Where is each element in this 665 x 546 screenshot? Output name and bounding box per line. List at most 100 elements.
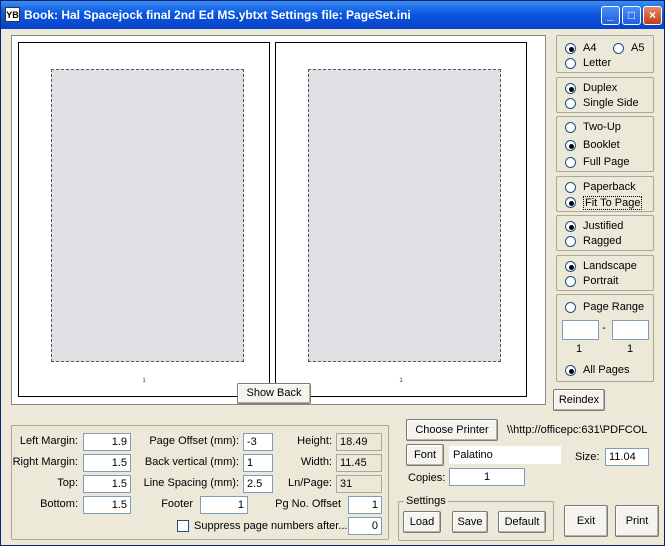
left-page-text-area bbox=[51, 69, 244, 362]
close-icon: × bbox=[648, 8, 656, 22]
default-button[interactable]: Default bbox=[498, 511, 546, 533]
line-spacing-label: Line Spacing (mm): bbox=[143, 477, 239, 489]
radio-dot bbox=[565, 302, 576, 313]
range-to-input[interactable] bbox=[612, 320, 649, 340]
radio-dot bbox=[565, 157, 576, 168]
radio-dot bbox=[565, 221, 576, 232]
left-margin-input[interactable]: 1.9 bbox=[83, 433, 131, 451]
radio-label: Landscape bbox=[583, 260, 637, 272]
radio-dot bbox=[565, 236, 576, 247]
settings-group-label: Settings bbox=[404, 495, 448, 507]
maximize-icon: □ bbox=[627, 8, 636, 22]
radio-label: All Pages bbox=[583, 364, 630, 376]
page-offset-label: Page Offset (mm): bbox=[149, 435, 239, 447]
radio-dot bbox=[565, 140, 576, 151]
paper-size-group: A4 A5 Letter bbox=[556, 35, 654, 73]
app-icon: YB bbox=[5, 7, 20, 22]
radio-label: A4 bbox=[583, 42, 597, 54]
page-offset-input[interactable]: -3 bbox=[243, 433, 273, 451]
justify-group: Justified Ragged bbox=[556, 215, 654, 251]
radio-dot bbox=[565, 43, 576, 54]
title-bar[interactable]: YB Book: Hal Spacejock final 2nd Ed MS.y… bbox=[1, 1, 664, 29]
range-to-hint: 1 bbox=[627, 343, 634, 355]
choose-printer-button[interactable]: Choose Printer bbox=[406, 419, 498, 441]
font-button[interactable]: Font bbox=[406, 444, 444, 466]
radio-label: Ragged bbox=[583, 235, 622, 247]
footer-input[interactable]: 1 bbox=[200, 496, 248, 514]
radio-dot bbox=[565, 122, 576, 133]
right-page-number: 1 bbox=[399, 378, 403, 384]
pg-no-offset-label: Pg No. Offset bbox=[275, 498, 341, 510]
sides-group: Duplex Single Side bbox=[556, 77, 654, 113]
radio-dot bbox=[565, 365, 576, 376]
radio-dot bbox=[613, 43, 624, 54]
suppress-after-input[interactable]: 0 bbox=[348, 517, 382, 535]
footer-label: Footer bbox=[161, 498, 193, 510]
radio-label: Two-Up bbox=[583, 121, 621, 133]
top-margin-input[interactable]: 1.5 bbox=[83, 475, 131, 493]
radio-label: Paperback bbox=[583, 181, 636, 193]
right-page-preview: 1 bbox=[275, 42, 527, 397]
range-from-input[interactable] bbox=[562, 320, 599, 340]
minimize-button[interactable]: _ bbox=[601, 6, 620, 25]
height-value: 18.49 bbox=[336, 433, 382, 451]
printer-name: \\http://officepc:631\PDFCOL bbox=[507, 424, 648, 436]
window-title: Book: Hal Spacejock final 2nd Ed MS.ybtx… bbox=[24, 8, 411, 22]
ln-page-value: 31 bbox=[336, 475, 382, 493]
left-page-number: 1 bbox=[142, 378, 146, 384]
range-separator: - bbox=[602, 322, 606, 334]
bottom-margin-input[interactable]: 1.5 bbox=[83, 496, 131, 514]
size-label: Size: bbox=[575, 451, 600, 463]
suppress-page-numbers-checkbox[interactable] bbox=[177, 520, 189, 532]
radio-label: Full Page bbox=[583, 156, 630, 168]
radio-dot bbox=[565, 197, 576, 208]
copies-label: Copies: bbox=[408, 472, 446, 484]
radio-label: Booklet bbox=[583, 139, 620, 151]
back-vertical-input[interactable]: 1 bbox=[243, 454, 273, 472]
range-from-hint: 1 bbox=[576, 343, 583, 355]
left-margin-label: Left Margin: bbox=[19, 435, 78, 447]
pg-no-offset-input[interactable]: 1 bbox=[348, 496, 382, 514]
radio-dot bbox=[565, 83, 576, 94]
layout-group: Two-Up Booklet Full Page bbox=[556, 116, 654, 172]
fit-group: Paperback Fit To Page bbox=[556, 176, 654, 212]
height-label: Height: bbox=[297, 435, 332, 447]
font-size-input[interactable]: 11.04 bbox=[605, 448, 649, 466]
copies-input[interactable]: 1 bbox=[449, 468, 525, 486]
radio-dot bbox=[565, 261, 576, 272]
back-vertical-label: Back vertical (mm): bbox=[144, 456, 239, 468]
width-label: Width: bbox=[300, 456, 332, 468]
width-value: 11.45 bbox=[336, 454, 382, 472]
radio-label: Portrait bbox=[583, 275, 619, 287]
right-margin-label: Right Margin: bbox=[12, 456, 78, 468]
close-button[interactable]: × bbox=[643, 6, 662, 25]
right-margin-input[interactable]: 1.5 bbox=[83, 454, 131, 472]
page-preview: 1 1 Show Back bbox=[11, 35, 546, 405]
radio-label: Justified bbox=[583, 220, 624, 232]
exit-button[interactable]: Exit bbox=[564, 505, 608, 537]
reindex-button[interactable]: Reindex bbox=[553, 389, 605, 411]
load-button[interactable]: Load bbox=[403, 511, 441, 533]
radio-label: Fit To Page bbox=[583, 196, 643, 210]
radio-dot bbox=[565, 58, 576, 69]
radio-label: Duplex bbox=[583, 82, 618, 94]
radio-dot bbox=[565, 98, 576, 109]
save-button[interactable]: Save bbox=[452, 511, 488, 533]
font-name: Palatino bbox=[449, 446, 561, 464]
orientation-group: Landscape Portrait bbox=[556, 255, 654, 291]
maximize-button[interactable]: □ bbox=[622, 6, 641, 25]
ln-page-label: Ln/Page: bbox=[287, 477, 332, 489]
radio-label: Letter bbox=[583, 57, 612, 69]
radio-label: Single Side bbox=[583, 97, 639, 109]
page-range-group: Page Range - 1 1 All Pages bbox=[556, 294, 654, 382]
show-back-button[interactable]: Show Back bbox=[237, 383, 311, 404]
minimize-icon: _ bbox=[607, 8, 614, 22]
settings-group: Settings Load Save Default bbox=[398, 495, 554, 541]
radio-label: Page Range bbox=[583, 301, 645, 313]
suppress-page-numbers-label: Suppress page numbers after... bbox=[194, 520, 348, 532]
radio-dot bbox=[565, 276, 576, 287]
bottom-margin-label: Bottom: bbox=[40, 498, 78, 510]
print-button[interactable]: Print bbox=[615, 505, 659, 537]
book-settings-window: YB Book: Hal Spacejock final 2nd Ed MS.y… bbox=[0, 0, 665, 546]
line-spacing-input[interactable]: 2.5 bbox=[243, 475, 273, 493]
